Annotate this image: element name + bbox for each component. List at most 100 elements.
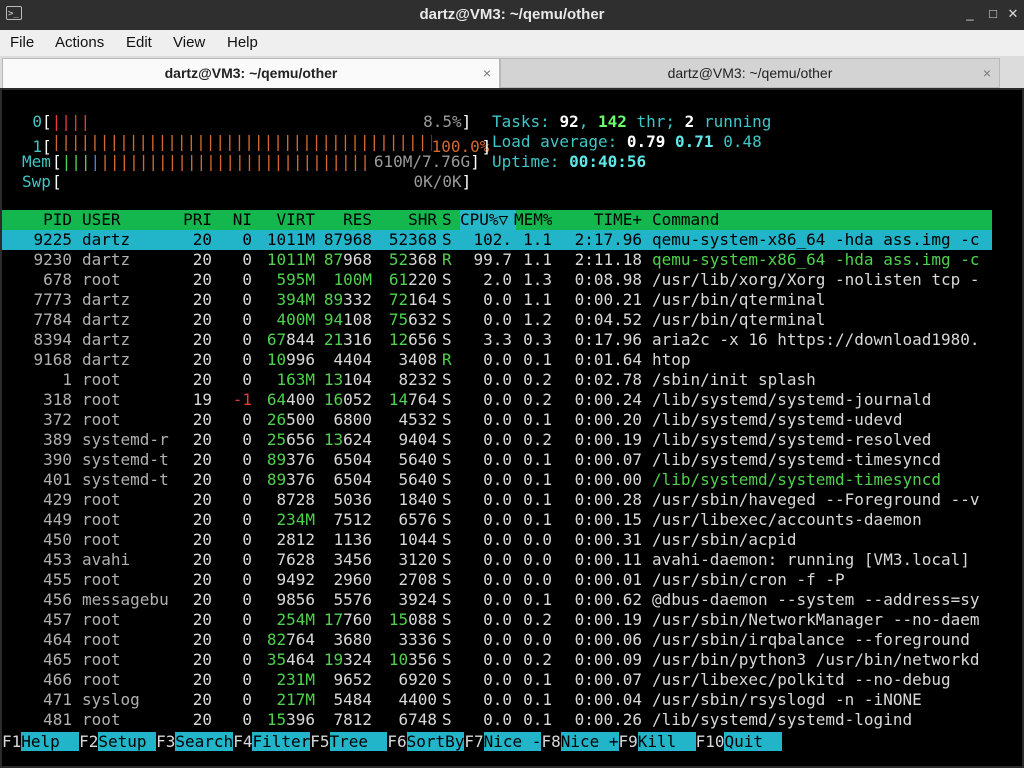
table-row[interactable]: 457 root 20 0 254M 17760 15088 S 0.0 0.2 0:00.19/u… bbox=[2, 610, 992, 630]
cell-s: S bbox=[442, 490, 452, 509]
table-row[interactable]: 401 systemd-t 20 0 89376 6504 5640 S 0.0 0.1 0:00.… bbox=[2, 470, 992, 490]
cell-res: 13624 bbox=[323, 430, 372, 449]
cell-s: S bbox=[442, 430, 452, 449]
cell-user: root bbox=[82, 530, 121, 549]
cell-ni: 0 bbox=[242, 230, 252, 249]
tab-close-icon[interactable]: × bbox=[483, 59, 491, 87]
table-row[interactable]: 7773 dartz 20 0 394M 89332 72164 S 0.0 1.1 0:00.21… bbox=[2, 290, 992, 310]
fkey-f2[interactable]: F2Setup bbox=[79, 732, 157, 751]
table-row[interactable]: 466 root 20 0 231M 9652 6920 S 0.0 0.1 0:00.07/usr… bbox=[2, 670, 992, 690]
fkey-f10[interactable]: F10Quit bbox=[696, 732, 783, 751]
fkey-label: Nice - bbox=[483, 732, 542, 751]
menu-edit[interactable]: Edit bbox=[126, 34, 152, 51]
table-row[interactable]: 453 avahi 20 0 7628 3456 3120 S 0.0 0.0 0:00.11 ava… bbox=[2, 550, 992, 570]
column-header-s[interactable]: S bbox=[442, 210, 454, 230]
cell-res: 5036 bbox=[333, 490, 372, 509]
table-row[interactable]: 318 root 19 -1 64400 16052 14764 S 0.0 0.2 0:00.24… bbox=[2, 390, 992, 410]
column-header-cpu[interactable]: CPU%▽ bbox=[460, 210, 516, 230]
threads-count: 142 bbox=[597, 112, 627, 131]
fkey-f6[interactable]: F6SortBy bbox=[387, 732, 465, 751]
cell-pid: 429 bbox=[43, 490, 72, 509]
column-header-mem[interactable]: MEM% bbox=[514, 210, 552, 230]
table-row[interactable]: 429 root 20 0 8728 5036 1840 S 0.0 0.1 0:00.28/usr… bbox=[2, 490, 992, 510]
cell-time: 2:11.18 bbox=[574, 250, 642, 269]
fkey-f3[interactable]: F3Search bbox=[156, 732, 234, 751]
table-row[interactable]: 449 root 20 0 234M 7512 6576 S 0.0 0.1 0:00.15/usr… bbox=[2, 510, 992, 530]
cell-shr: 75632 bbox=[388, 310, 437, 329]
cell-s: S bbox=[442, 690, 452, 709]
fkey-f7[interactable]: F7Nice - bbox=[464, 732, 542, 751]
table-row[interactable]: 1 root 20 0 163M 13104 8232 S 0.0 0.2 0:02.78/sbin… bbox=[2, 370, 992, 390]
table-row[interactable]: 450 root 20 0 2812 1136 1044 S 0.0 0.0 0:00.31/usr… bbox=[2, 530, 992, 550]
maximize-icon[interactable]: □ bbox=[985, 6, 1001, 22]
cell-shr: 1840 bbox=[398, 490, 437, 509]
menu-file[interactable]: File bbox=[10, 34, 34, 51]
minimize-icon[interactable]: _ bbox=[962, 6, 978, 22]
window-titlebar: >_ dartz@VM3: ~/qemu/other _ □ ✕ bbox=[0, 0, 1024, 30]
cell-shr: 3336 bbox=[398, 630, 437, 649]
cell-mem: 0.1 bbox=[523, 510, 552, 529]
column-header-ni[interactable]: NI bbox=[217, 210, 252, 230]
cell-pid: 456 bbox=[43, 590, 72, 609]
fkey-number: F8 bbox=[541, 732, 561, 751]
cell-cpu: 0.0 bbox=[483, 430, 512, 449]
tab-terminal-1[interactable]: dartz@VM3: ~/qemu/other × bbox=[2, 58, 500, 88]
close-icon[interactable]: ✕ bbox=[1005, 6, 1021, 22]
table-row[interactable]: 8394 dartz 20 0 67844 21316 12656 S 3.3 0.3 0:17.9… bbox=[2, 330, 992, 350]
fkey-f8[interactable]: F8Nice + bbox=[541, 732, 619, 751]
cell-ni: 0 bbox=[242, 550, 252, 569]
fkey-f1[interactable]: F1Help bbox=[2, 732, 80, 751]
menu-view[interactable]: View bbox=[173, 34, 205, 51]
column-header-shr[interactable]: SHR bbox=[377, 210, 437, 230]
table-row[interactable]: 455 root 20 0 9492 2960 2708 S 0.0 0.0 0:00.01/usr… bbox=[2, 570, 992, 590]
cell-cpu: 0.0 bbox=[483, 630, 512, 649]
table-row[interactable]: 389 systemd-r 20 0 25656 13624 9404 S 0.0 0.2 0:00… bbox=[2, 430, 992, 450]
column-header-command[interactable]: Command bbox=[652, 210, 992, 230]
column-header-pri[interactable]: PRI bbox=[172, 210, 212, 230]
table-row[interactable]: 465 root 20 0 35464 19324 10356 S 0.0 0.2 0:00.09 /… bbox=[2, 650, 992, 670]
table-row[interactable]: 481 root 20 0 15396 7812 6748 S 0.0 0.1 0:00.26/li… bbox=[2, 710, 992, 730]
column-header-user[interactable]: USER bbox=[82, 210, 177, 230]
cell-ni: 0 bbox=[242, 630, 252, 649]
cell-user: root bbox=[82, 670, 121, 689]
table-row[interactable]: 7784 dartz 20 0 400M 94108 75632 S 0.0 1.2 0:04.52… bbox=[2, 310, 992, 330]
cell-pri: 20 bbox=[192, 550, 212, 569]
uptime-value: 00:40:56 bbox=[569, 152, 647, 171]
table-row[interactable]: 372 root 20 0 26500 6800 4532 S 0.0 0.1 0:00.20/li… bbox=[2, 410, 992, 430]
column-header-time[interactable]: TIME+ bbox=[562, 210, 642, 230]
fkey-f4[interactable]: F4Filter bbox=[233, 732, 311, 751]
cell-res: 6800 bbox=[333, 410, 372, 429]
fkey-label: Kill bbox=[637, 732, 696, 751]
cell-shr: 6576 bbox=[398, 510, 437, 529]
cell-ni: 0 bbox=[242, 290, 252, 309]
menu-actions[interactable]: Actions bbox=[55, 34, 104, 51]
table-row[interactable]: 456 messagebu 20 0 9856 5576 3924 S 0.0 0.1 0:00.6… bbox=[2, 590, 992, 610]
table-row[interactable]: 471 syslog 20 0 217M 5484 4400 S 0.0 0.1 0:00.04/u… bbox=[2, 690, 992, 710]
table-row[interactable]: 9225 dartz 20 0 1011M 87968 52368 S 102. 1.1 2:17.… bbox=[2, 230, 992, 250]
column-header-pid[interactable]: PID bbox=[2, 210, 72, 230]
cell-user: root bbox=[82, 570, 121, 589]
tab-terminal-2[interactable]: dartz@VM3: ~/qemu/other × bbox=[500, 58, 1000, 88]
fkey-f5[interactable]: F5Tree bbox=[310, 732, 388, 751]
cell-cpu: 0.0 bbox=[483, 690, 512, 709]
column-header-res[interactable]: RES bbox=[320, 210, 372, 230]
fkey-number: F3 bbox=[156, 732, 176, 751]
tab-close-icon[interactable]: × bbox=[983, 59, 991, 87]
cell-mem: 1.1 bbox=[523, 230, 552, 249]
table-row[interactable]: 9168 dartz 20 0 10996 4404 3408 R 0.0 0.1 0:01.64 h… bbox=[2, 350, 992, 370]
column-header-virt[interactable]: VIRT bbox=[257, 210, 315, 230]
table-row[interactable]: 390 systemd-t 20 0 89376 6504 5640 S 0.0 0.1 0:00.… bbox=[2, 450, 992, 470]
cell-command: /usr/sbin/cron -f -P bbox=[652, 570, 845, 589]
meter-value: 8.5% bbox=[423, 112, 462, 131]
table-row[interactable]: 678 root 20 0 595M 100M 61220 S 2.0 1.3 0:08.98/us… bbox=[2, 270, 992, 290]
cell-user: root bbox=[82, 510, 121, 529]
cell-s: S bbox=[442, 670, 452, 689]
cell-pri: 20 bbox=[192, 410, 212, 429]
cell-s: S bbox=[442, 630, 452, 649]
fkey-f9[interactable]: F9Kill bbox=[619, 732, 696, 751]
table-row[interactable]: 9230 dartz 20 0 1011M 87968 52368 R 99.7 1.1 2:11.… bbox=[2, 250, 992, 270]
cell-virt: 1011M bbox=[266, 230, 315, 249]
table-row[interactable]: 464 root 20 0 82764 3680 3336 S 0.0 0.0 0:00.06/us… bbox=[2, 630, 992, 650]
menu-help[interactable]: Help bbox=[227, 34, 258, 51]
terminal-area[interactable]: 0[|||| 8.5%] 1[||||||||||||||||||||||||||… bbox=[2, 90, 1022, 766]
